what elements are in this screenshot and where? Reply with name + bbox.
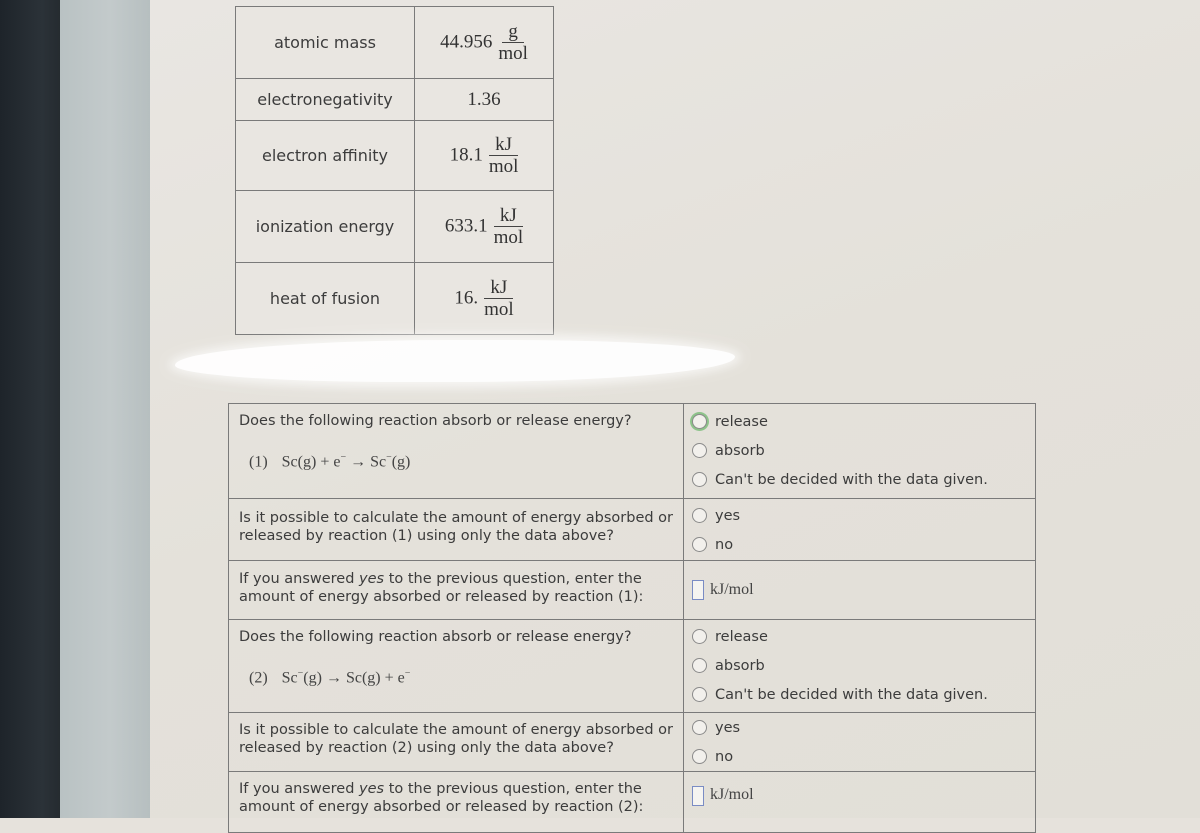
option-release[interactable]: release (692, 407, 1027, 436)
unit-label: kJ/mol (710, 786, 754, 803)
reaction-2-calc-question: Is it possible to calculate the amount o… (239, 722, 674, 756)
radio-button[interactable] (692, 537, 707, 552)
arrow-icon: → (350, 453, 367, 471)
reaction-1-calc-question: Is it possible to calculate the amount o… (239, 510, 674, 544)
unit-label: kJ/mol (710, 581, 754, 598)
reaction-2-energy-input[interactable] (692, 786, 704, 806)
option-absorb[interactable]: absorb (692, 436, 1027, 465)
property-label: electron affinity (235, 120, 415, 191)
property-label: heat of fusion (235, 262, 415, 335)
option-no[interactable]: no (692, 742, 1027, 771)
radio-button[interactable] (692, 658, 707, 673)
property-value: 18.1 kJ mol (414, 120, 554, 191)
option-release[interactable]: release (692, 622, 1027, 651)
property-label: atomic mass (235, 6, 415, 79)
radio-button[interactable] (692, 508, 707, 523)
reaction-1-equation: (1) Sc(g) + e− → Sc−(g) (249, 452, 411, 471)
reaction-2-calc-row: Is it possible to calculate the amount o… (229, 713, 1035, 772)
property-label: ionization energy (235, 190, 415, 263)
unit-fraction: kJ mol (493, 204, 524, 248)
reaction-2-answer-row: If you answered yes to the previous ques… (229, 772, 1035, 833)
radio-button[interactable] (692, 443, 707, 458)
reaction-1-calc-row: Is it possible to calculate the amount o… (229, 499, 1035, 561)
radio-button[interactable] (692, 472, 707, 487)
unit-fraction: kJ mol (488, 133, 519, 177)
table-row: electron affinity 18.1 kJ mol (235, 120, 554, 191)
radio-button[interactable] (692, 720, 707, 735)
reaction-2-equation: (2) Sc−(g) → Sc(g) + e− (249, 668, 411, 687)
reaction-1-answer-row: If you answered yes to the previous ques… (229, 561, 1035, 620)
table-row: atomic mass 44.956 g mol (235, 6, 554, 79)
property-value: 1.36 (414, 78, 554, 121)
question-grid: Does the following reaction absorb or re… (228, 403, 1036, 833)
option-absorb[interactable]: absorb (692, 651, 1027, 680)
reaction-1-direction-row: Does the following reaction absorb or re… (229, 404, 1035, 499)
table-row: electronegativity 1.36 (235, 78, 554, 121)
property-label: electronegativity (235, 78, 415, 121)
reaction-1-question: Does the following reaction absorb or re… (239, 413, 632, 429)
reaction-2-enter-prompt: If you answered yes to the previous ques… (239, 781, 644, 815)
table-row: heat of fusion 16. kJ mol (235, 262, 554, 335)
monitor-edge (60, 0, 160, 818)
radio-button[interactable] (692, 749, 707, 764)
radio-button[interactable] (692, 629, 707, 644)
reaction-2-direction-row: Does the following reaction absorb or re… (229, 620, 1035, 713)
unit-fraction: kJ mol (484, 276, 514, 320)
reaction-2-question: Does the following reaction absorb or re… (239, 629, 632, 645)
option-cant-decide[interactable]: Can't be decided with the data given. (692, 680, 1027, 709)
property-value: 44.956 g mol (414, 6, 554, 79)
radio-button[interactable] (692, 687, 707, 702)
table-row: ionization energy 633.1 kJ mol (235, 190, 554, 263)
reaction-1-energy-input[interactable] (692, 580, 704, 600)
property-value: 633.1 kJ mol (414, 190, 554, 263)
reaction-1-enter-prompt: If you answered yes to the previous ques… (239, 571, 644, 605)
option-yes[interactable]: yes (692, 501, 1027, 530)
radio-button[interactable] (692, 414, 707, 429)
property-value: 16. kJ mol (414, 262, 554, 335)
option-cant-decide[interactable]: Can't be decided with the data given. (692, 465, 1027, 494)
unit-fraction: g mol (498, 20, 528, 64)
element-properties-table: atomic mass 44.956 g mol electronegativity… (235, 6, 554, 335)
monitor-bezel (0, 0, 60, 818)
option-no[interactable]: no (692, 530, 1027, 559)
option-yes[interactable]: yes (692, 713, 1027, 742)
arrow-icon: → (325, 669, 342, 687)
